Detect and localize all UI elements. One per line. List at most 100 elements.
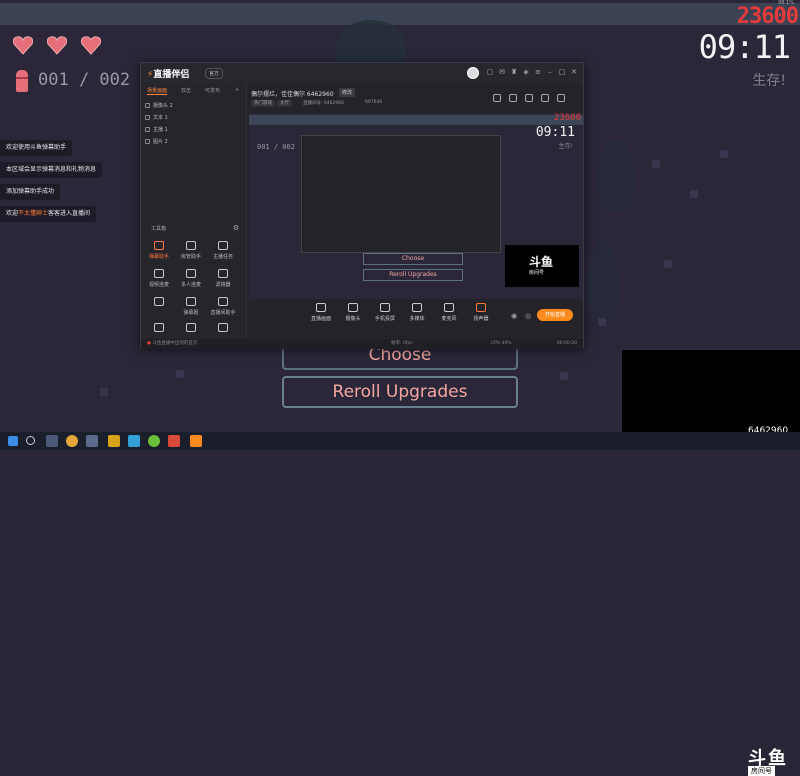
enemy-sprite xyxy=(664,260,672,268)
scene-item[interactable]: 图片 2 xyxy=(145,137,168,147)
scene-item-label: 图片 2 xyxy=(153,139,168,145)
screen-capture-button[interactable]: 直播画面 xyxy=(307,303,335,322)
enemy-sprite xyxy=(560,372,568,380)
eye-icon[interactable]: ◎ xyxy=(523,311,533,321)
room-number: 直播间号: 6462960 xyxy=(303,101,344,106)
category-tag[interactable]: 热门游戏 xyxy=(251,100,275,107)
douyu-watermark: 斗鱼 房间号 xyxy=(622,350,800,776)
chat-suffix: 客客进入直播间 xyxy=(48,210,91,217)
tool-item[interactable] xyxy=(145,297,173,321)
image-icon xyxy=(186,323,196,332)
speaker-icon xyxy=(476,303,486,312)
tool-host-task[interactable]: 主播任务 xyxy=(209,241,237,265)
tool-room-manager[interactable]: 房管助手 xyxy=(177,241,205,265)
shirt-icon[interactable]: ♜ xyxy=(509,67,519,77)
tool-multi-link[interactable]: 多人连麦 xyxy=(177,269,205,293)
phone-cast-button[interactable]: 手机投屏 xyxy=(371,303,399,322)
tool-filter[interactable]: 滤镜器 xyxy=(209,269,237,293)
app-icon[interactable] xyxy=(148,435,160,447)
tree-decoration xyxy=(598,140,634,210)
app-icon[interactable] xyxy=(168,435,180,447)
avatar[interactable] xyxy=(467,67,479,79)
close-icon[interactable]: ✕ xyxy=(569,67,579,77)
record-icon[interactable] xyxy=(493,94,501,102)
viewer-count: 697646 xyxy=(365,100,383,105)
app-icon[interactable] xyxy=(86,435,98,447)
tab-scene[interactable]: 场景画面 xyxy=(147,87,168,95)
monitor-icon xyxy=(316,303,326,312)
streaming-app-icon[interactable] xyxy=(190,435,202,447)
app-version-badge[interactable]: 官方 xyxy=(205,68,224,79)
tool-danmaku-ji[interactable]: 弹幕姬 xyxy=(177,297,205,321)
scene-item[interactable]: 摄像头 2 xyxy=(145,101,173,111)
search-icon[interactable] xyxy=(26,436,35,445)
lock-icon[interactable] xyxy=(509,94,517,102)
preview-reroll: Reroll Upgrades xyxy=(363,269,463,281)
add-scene-icon[interactable]: + xyxy=(235,87,239,93)
chat-message: 欢迎使用斗鱼弹幕助手 xyxy=(0,140,73,156)
enemy-sprite xyxy=(690,190,698,198)
steam-icon[interactable] xyxy=(46,435,58,447)
category-tag[interactable]: 大厅 xyxy=(277,100,292,107)
preview-douyu-logo: 斗鱼 房间号 xyxy=(505,245,579,287)
menu-icon[interactable]: ≡ xyxy=(533,67,543,77)
douyu-room-label: 房间号 xyxy=(748,766,775,776)
edit-title-button[interactable]: 修改 xyxy=(339,88,356,97)
preview-survive-label: 生存! xyxy=(558,143,573,150)
phone-icon xyxy=(380,303,390,312)
reroll-upgrades-button[interactable]: Reroll Upgrades xyxy=(282,376,518,408)
media-button[interactable]: 多媒体 xyxy=(403,303,431,322)
app-icon[interactable] xyxy=(128,435,140,447)
streaming-app-window: ⚡直播伴侣 官方 ▢ ✉ ♜ ◈ ≡ – □ ✕ 场景画面 双击 可发布 + 摄… xyxy=(140,62,584,349)
scene-item[interactable]: 主播 1 xyxy=(145,125,168,135)
microphone-button[interactable]: 麦克风 xyxy=(435,303,463,322)
group-icon xyxy=(186,269,196,278)
camera-button[interactable]: 摄像头 xyxy=(339,303,367,322)
chat-prefix: 欢迎 xyxy=(6,210,19,217)
tool-room-helper[interactable]: 直播间助手 xyxy=(209,297,237,321)
person-icon xyxy=(154,297,164,306)
save-icon[interactable] xyxy=(525,94,533,102)
eye-icon[interactable] xyxy=(145,115,150,120)
message-icon[interactable]: ▢ xyxy=(485,67,495,77)
record-icon[interactable]: ◉ xyxy=(509,311,519,321)
app-logo: ⚡直播伴侣 xyxy=(147,70,190,80)
tool-danmaku-helper[interactable]: 弹幕助手 xyxy=(145,241,173,265)
enemy-sprite xyxy=(100,388,108,396)
eye-icon[interactable] xyxy=(145,103,150,108)
tab-double-click[interactable]: 双击 xyxy=(181,87,191,94)
stream-info-bar: 偶尔摆烂，佳佳偶尔 6462960 修改 热门游戏 大厅 直播间号: 64629… xyxy=(247,83,583,111)
puzzle-icon xyxy=(218,323,228,332)
windows-start-icon[interactable] xyxy=(8,436,18,446)
chat-message: 本区域会显示弹幕消息和礼物消息 xyxy=(0,162,103,178)
bell-icon[interactable] xyxy=(541,94,549,102)
status-bar: ● 斗鱼直播中出现的首页 帧率: 0fps CPU 49% 00:00:00 xyxy=(141,339,583,349)
chat-icon xyxy=(186,297,196,306)
status-bitrate: 帧率: 0fps xyxy=(391,341,413,346)
heart-icon xyxy=(80,36,102,55)
app-icon[interactable] xyxy=(108,435,120,447)
status-time: 00:00:00 xyxy=(556,341,577,346)
tool-video-link[interactable]: 视频连麦 xyxy=(145,269,173,293)
preview-top-bar xyxy=(249,115,583,125)
status-left-text: 斗鱼直播中出现的首页 xyxy=(152,341,198,346)
settings-icon[interactable]: ⚙ xyxy=(231,223,241,233)
app-titlebar: ⚡直播伴侣 官方 ▢ ✉ ♜ ◈ ≡ – □ ✕ xyxy=(141,63,583,83)
speaker-button[interactable]: 扬声器 xyxy=(467,303,495,322)
eye-icon[interactable] xyxy=(145,127,150,132)
maximize-icon[interactable]: □ xyxy=(557,67,567,77)
share-icon[interactable] xyxy=(557,94,565,102)
enemy-sprite xyxy=(720,150,728,158)
top-progress-bar xyxy=(0,3,800,25)
gift-icon[interactable]: ◈ xyxy=(521,67,531,77)
status-cpu: CPU 49% xyxy=(491,341,512,346)
tab-publish[interactable]: 可发布 xyxy=(205,87,220,94)
chrome-icon[interactable] xyxy=(66,435,78,447)
toolbox-title: 工具箱 xyxy=(151,226,167,232)
mail-icon[interactable]: ✉ xyxy=(497,67,507,77)
start-stream-button[interactable]: 开始直播 xyxy=(537,309,573,321)
score-counter: 23600 xyxy=(736,4,799,29)
minimize-icon[interactable]: – xyxy=(545,67,555,77)
scene-item[interactable]: 文本 1 xyxy=(145,113,168,123)
eye-icon[interactable] xyxy=(145,139,150,144)
